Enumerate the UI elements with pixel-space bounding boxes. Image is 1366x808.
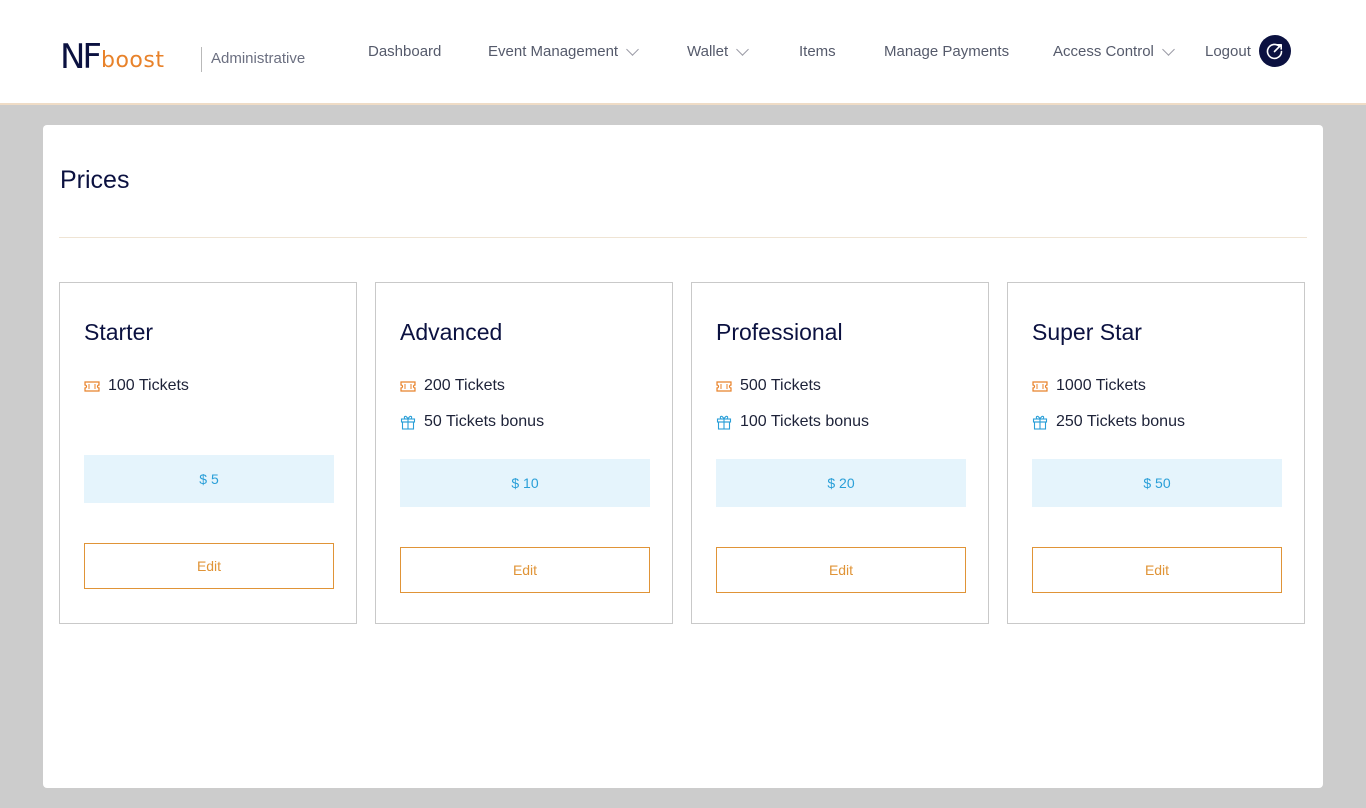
edit-label: Edit [512, 562, 538, 578]
edit-label: Edit [196, 558, 222, 574]
nav-items-label: Items [799, 43, 836, 60]
nav-logout-label: Logout [1205, 43, 1251, 60]
price-box: $ 50 [1032, 459, 1282, 507]
ticket-icon [716, 380, 732, 392]
chevron-down-icon [1162, 42, 1175, 56]
top-navbar: NF boost Administrative Dashboard Event … [0, 0, 1366, 105]
tickets-row: 500 Tickets [716, 377, 821, 395]
tickets-row: 200 Tickets [400, 377, 505, 395]
tickets-row: 100 Tickets [84, 377, 189, 395]
edit-button[interactable]: Edit [716, 547, 966, 593]
logo-boost-text: boost [101, 48, 165, 73]
tickets-row: 1000 Tickets [1032, 377, 1146, 395]
edit-button[interactable]: Edit [400, 547, 650, 593]
nav-dashboard[interactable]: Dashboard [368, 43, 441, 60]
edit-button[interactable]: Edit [84, 543, 334, 589]
nav-logout[interactable]: Logout [1205, 43, 1251, 60]
plan-card-professional: Professional 500 Tickets 100 Tickets bon… [691, 282, 989, 624]
price-text: $ 5 [199, 471, 219, 487]
bonus-text: 100 Tickets bonus [740, 413, 869, 430]
bonus-text: 250 Tickets bonus [1056, 413, 1185, 430]
chevron-down-icon [736, 42, 749, 56]
tickets-text: 100 Tickets [108, 377, 189, 394]
tickets-text: 500 Tickets [740, 377, 821, 394]
admin-label: Administrative [211, 50, 306, 67]
price-text: $ 50 [1143, 475, 1171, 491]
tickets-text: 1000 Tickets [1056, 377, 1146, 394]
nav-wallet[interactable]: Wallet [687, 42, 749, 60]
plan-name: Starter [84, 319, 154, 345]
plan-card-super-star: Super Star 1000 Tickets 250 Tickets bonu… [1007, 282, 1305, 624]
prices-panel: Prices Starter 100 Tickets $ 5 Edit Adva… [43, 125, 1323, 788]
brand-logo[interactable]: NF boost [60, 38, 164, 74]
gift-icon [716, 415, 732, 430]
nav-wallet-label: Wallet [687, 43, 729, 60]
price-box: $ 10 [400, 459, 650, 507]
logo-nf-text: NF [60, 37, 102, 77]
nav-access-control[interactable]: Access Control [1053, 42, 1175, 60]
price-box: $ 20 [716, 459, 966, 507]
bonus-text: 50 Tickets bonus [424, 413, 545, 430]
gift-icon [400, 415, 416, 430]
edit-button[interactable]: Edit [1032, 547, 1282, 593]
nav-manage-payments[interactable]: Manage Payments [884, 43, 1009, 60]
nav-event-management-label: Event Management [488, 43, 619, 60]
plan-name: Professional [716, 319, 843, 345]
nav-access-control-label: Access Control [1053, 43, 1154, 60]
nav-items[interactable]: Items [799, 43, 836, 60]
logout-icon [1266, 43, 1283, 60]
edit-label: Edit [1144, 562, 1170, 578]
price-text: $ 10 [511, 475, 539, 491]
price-box: $ 5 [84, 455, 334, 503]
ticket-icon [1032, 380, 1048, 392]
bonus-row: 50 Tickets bonus [400, 413, 544, 431]
tickets-text: 200 Tickets [424, 377, 505, 394]
plan-card-advanced: Advanced 200 Tickets 50 Tickets bonus $ … [375, 282, 673, 624]
nav-event-management[interactable]: Event Management [488, 42, 639, 60]
price-text: $ 20 [827, 475, 855, 491]
logout-button[interactable] [1259, 35, 1291, 67]
plan-card-starter: Starter 100 Tickets $ 5 Edit [59, 282, 357, 624]
gift-icon [1032, 415, 1048, 430]
nav-manage-payments-label: Manage Payments [884, 43, 1010, 60]
ticket-icon [84, 380, 100, 392]
page-title: Prices [60, 166, 130, 194]
bonus-row: 250 Tickets bonus [1032, 413, 1185, 431]
edit-label: Edit [828, 562, 854, 578]
ticket-icon [400, 380, 416, 392]
chevron-down-icon [626, 42, 639, 56]
title-divider [59, 237, 1307, 238]
plan-name: Advanced [400, 319, 503, 345]
nav-dashboard-label: Dashboard [368, 43, 442, 60]
bonus-row: 100 Tickets bonus [716, 413, 869, 431]
logo-divider [201, 47, 202, 72]
plan-name: Super Star [1032, 319, 1142, 345]
